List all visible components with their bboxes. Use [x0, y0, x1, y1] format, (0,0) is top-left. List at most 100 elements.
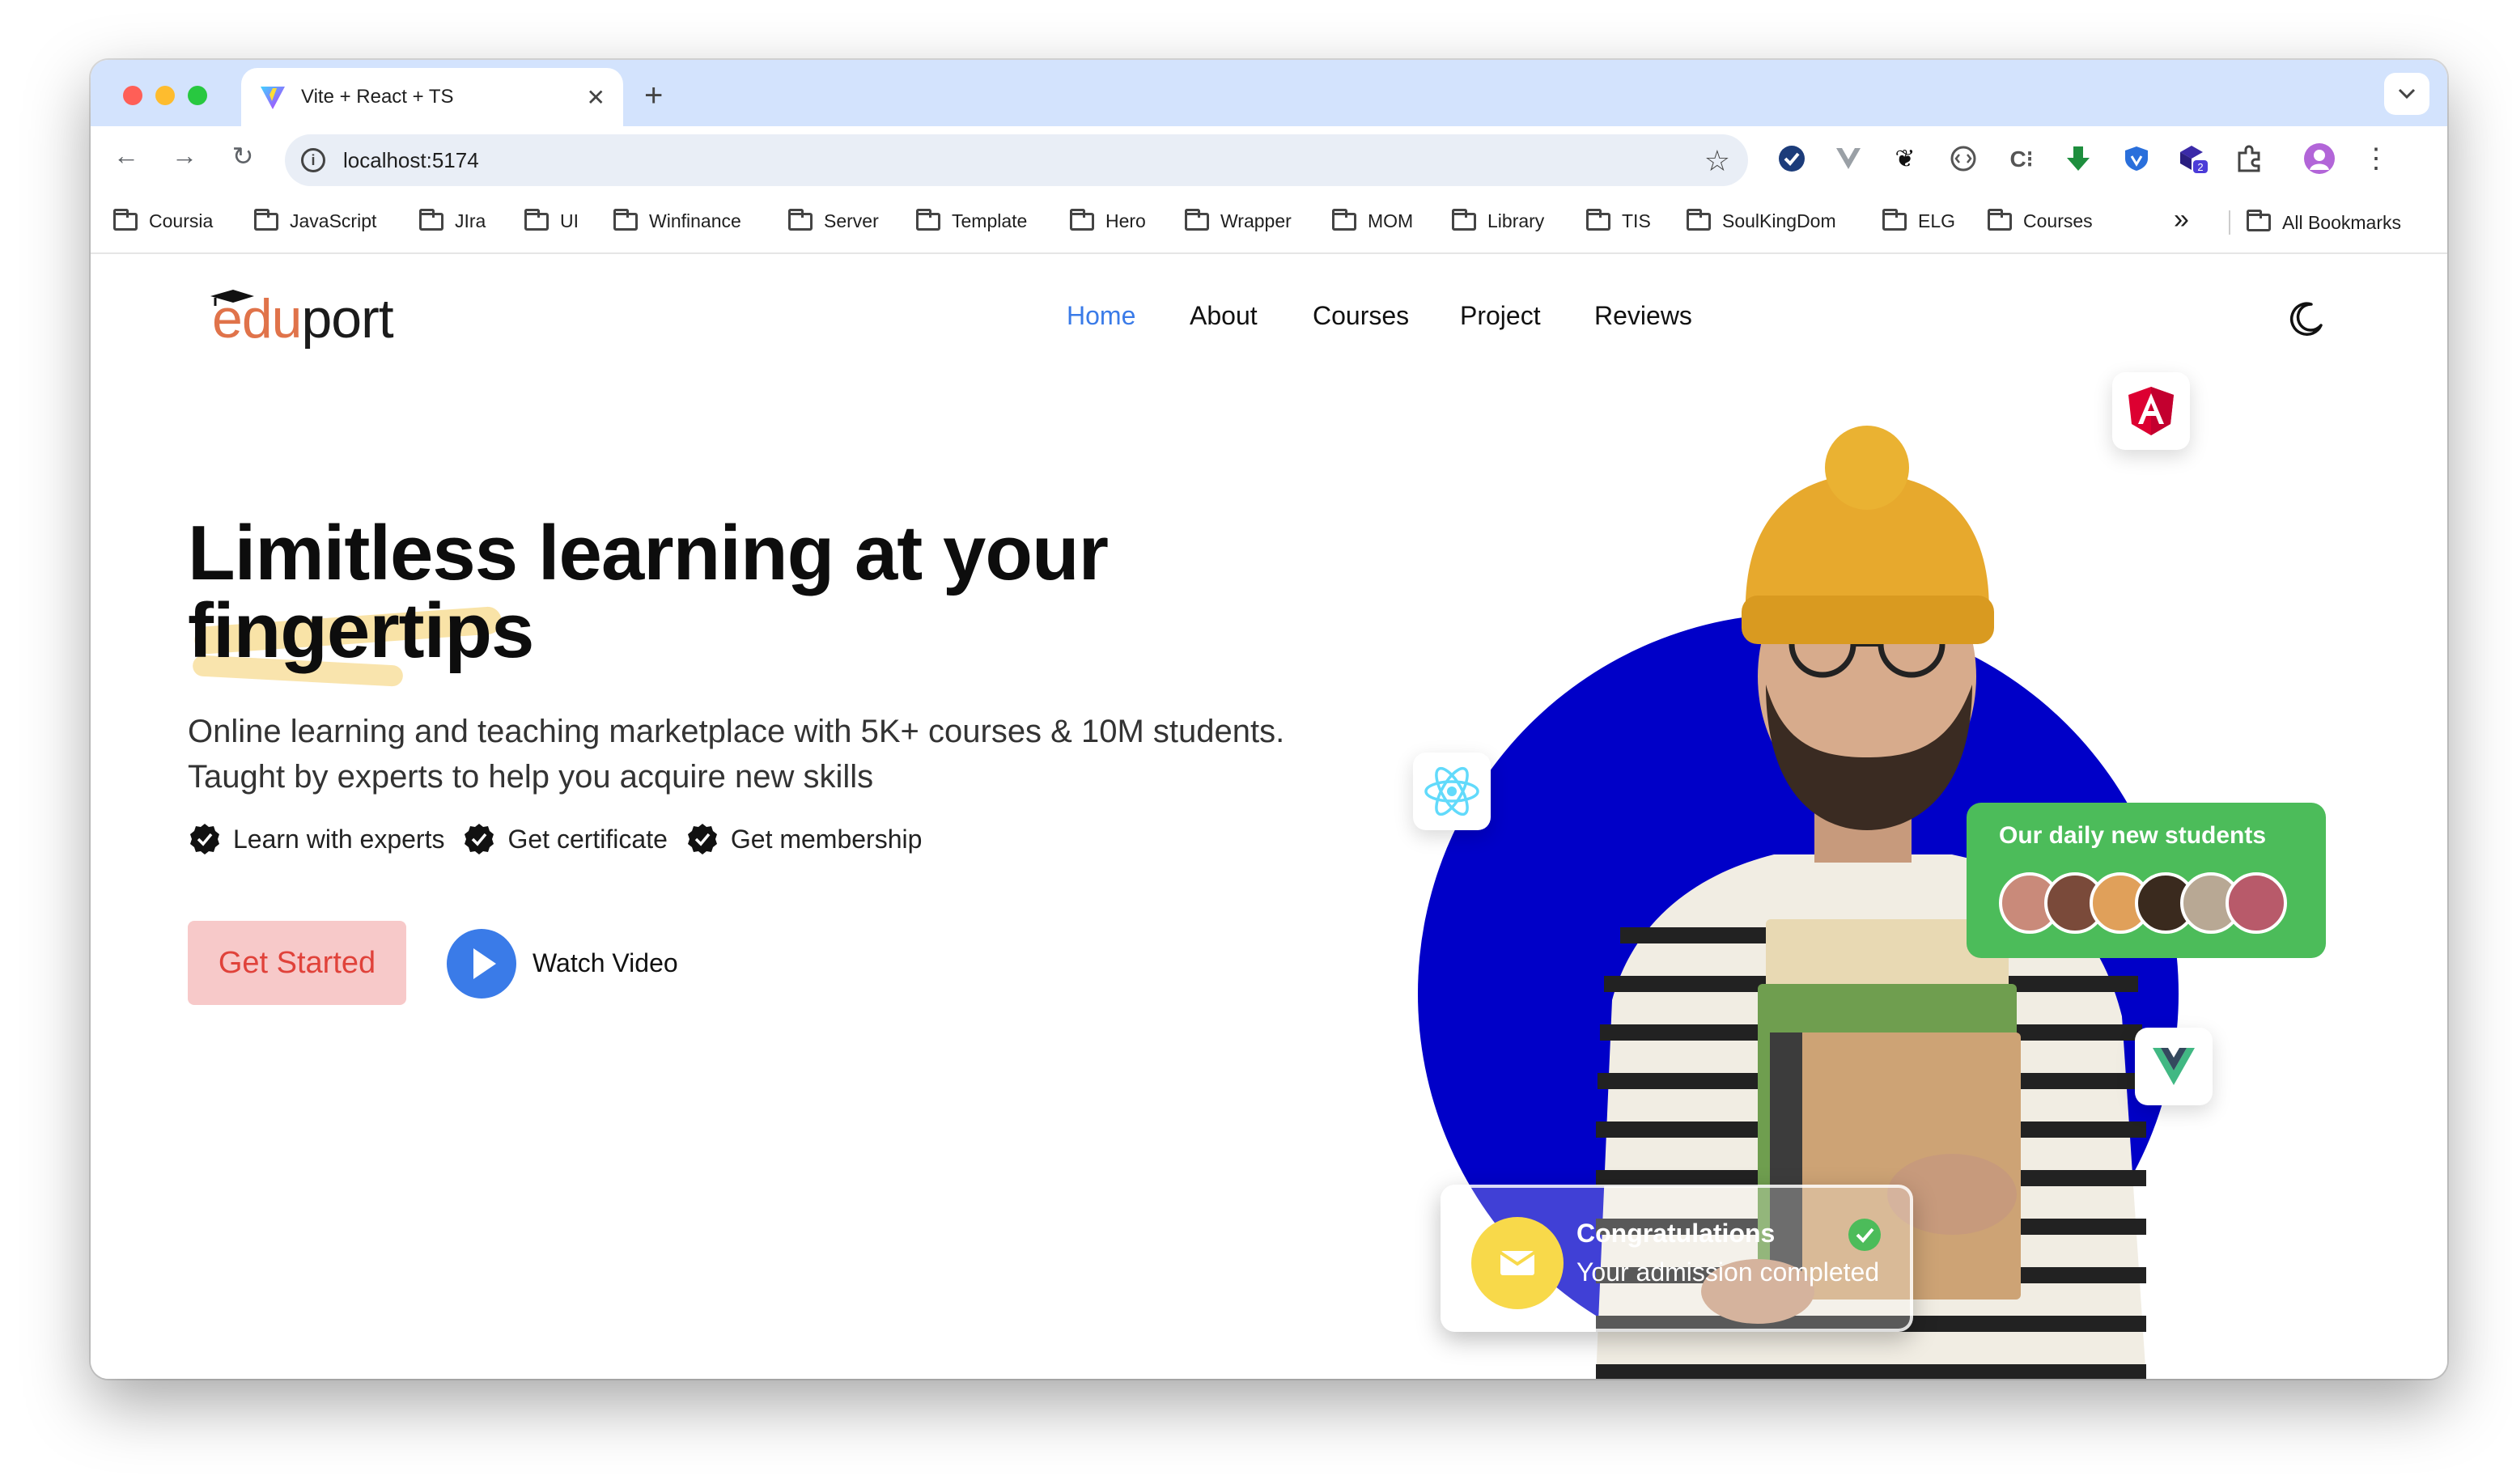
- extension-code-icon[interactable]: [1947, 142, 1979, 175]
- bookmark-folder[interactable]: Server: [788, 208, 879, 232]
- maximize-window-button[interactable]: [188, 86, 207, 105]
- folder-icon: [1882, 208, 1907, 231]
- react-badge: [1413, 753, 1491, 830]
- check-icon: [465, 824, 494, 854]
- nav-about[interactable]: About: [1190, 301, 1258, 331]
- congrats-title: Congratulations: [1576, 1219, 1776, 1248]
- folder-icon: [916, 208, 940, 231]
- bookmark-label: Wrapper: [1220, 210, 1292, 231]
- info-icon[interactable]: i: [301, 148, 325, 172]
- student-avatars: [1999, 872, 2293, 934]
- minimize-window-button[interactable]: [155, 86, 175, 105]
- folder-icon: [613, 208, 638, 231]
- folder-icon: [524, 208, 549, 231]
- folder-icon: [1988, 208, 2012, 231]
- bookmark-folder[interactable]: TIS: [1586, 208, 1651, 232]
- bookmark-folder[interactable]: Coursia: [113, 208, 214, 232]
- nav-courses[interactable]: Courses: [1313, 301, 1409, 331]
- back-icon[interactable]: ←: [108, 141, 144, 171]
- folder-icon: [113, 208, 138, 231]
- play-icon[interactable]: [447, 929, 516, 999]
- extension-vue-icon[interactable]: [1832, 142, 1865, 175]
- feature-item: Learn with experts: [188, 822, 444, 856]
- bookmark-folder[interactable]: ELG: [1882, 208, 1955, 232]
- folder-icon: [2247, 210, 2271, 231]
- feature-label: Learn with experts: [233, 824, 445, 854]
- bookmark-label: Hero: [1105, 210, 1146, 231]
- react-icon: [1424, 766, 1479, 816]
- daily-students-card: Our daily new students: [1967, 803, 2326, 958]
- hero-title: Limitless learning at your fingertips: [188, 510, 1109, 670]
- extension-shield-icon[interactable]: [2120, 142, 2153, 175]
- tab-close-icon[interactable]: ✕: [587, 84, 605, 111]
- tab-strip: Vite + React + TS ✕ +: [91, 60, 2447, 126]
- avatar: [2226, 872, 2287, 934]
- extensions-puzzle-icon[interactable]: [2234, 142, 2266, 175]
- bookmark-label: Template: [952, 210, 1028, 231]
- folder-icon: [419, 208, 443, 231]
- avatar[interactable]: [2303, 142, 2336, 175]
- tab-active[interactable]: Vite + React + TS ✕: [241, 68, 623, 126]
- check-icon: [190, 824, 219, 854]
- menu-icon[interactable]: ⋮: [2360, 142, 2392, 175]
- bookmark-label: Courses: [2023, 210, 2093, 231]
- extension-download-icon[interactable]: [2062, 142, 2094, 175]
- hero-subtitle: Online learning and teaching marketplace…: [188, 714, 1285, 795]
- forward-icon[interactable]: →: [167, 141, 202, 171]
- folder-icon: [1586, 208, 1610, 231]
- bookmark-label: Coursia: [149, 210, 214, 231]
- feature-label: Get membership: [730, 824, 923, 854]
- vite-favicon: [261, 87, 285, 109]
- bookmark-folder[interactable]: JavaScript: [254, 208, 377, 232]
- more-bookmarks-button[interactable]: »: [2174, 204, 2189, 235]
- bookmark-label: JavaScript: [290, 210, 377, 231]
- hero-title-line1: Limitless learning at your: [188, 510, 1109, 596]
- folder-icon: [1452, 208, 1476, 231]
- bookmark-folder[interactable]: SoulKingDom: [1687, 208, 1836, 232]
- folder-icon: [1687, 208, 1711, 231]
- get-started-button[interactable]: Get Started: [188, 921, 406, 1005]
- star-icon[interactable]: ☆: [1704, 144, 1730, 178]
- bookmark-label: All Bookmarks: [2282, 211, 2401, 233]
- extension-cube-icon[interactable]: 2: [2177, 142, 2209, 175]
- reload-icon[interactable]: ↻: [225, 141, 261, 172]
- bookmark-folder[interactable]: UI: [524, 208, 579, 232]
- nav-project[interactable]: Project: [1460, 301, 1541, 331]
- watch-video-link[interactable]: Watch Video: [533, 948, 678, 978]
- new-tab-button[interactable]: +: [644, 73, 663, 118]
- feature-list: Learn with experts Get certificate Get m…: [188, 822, 940, 856]
- url-text[interactable]: localhost:5174: [343, 148, 479, 173]
- bookmark-folder[interactable]: Library: [1452, 208, 1545, 232]
- site-logo[interactable]: eduport: [210, 286, 394, 351]
- bookmark-label: UI: [560, 210, 579, 231]
- bookmark-label: TIS: [1622, 210, 1651, 231]
- bookmark-folder[interactable]: MOM: [1332, 208, 1413, 232]
- close-window-button[interactable]: [123, 86, 142, 105]
- congratulations-card: Congratulations Your admission completed: [1441, 1185, 1913, 1332]
- bookmark-folder[interactable]: Courses: [1988, 208, 2093, 232]
- folder-icon: [1332, 208, 1356, 231]
- extension-css-icon[interactable]: C⁝: [2005, 142, 2038, 175]
- bookmarks-bar: Coursia JavaScript JIra UI Winfinance Se…: [91, 191, 2447, 254]
- chevron-down-icon: [2398, 88, 2416, 100]
- logo-port: port: [301, 288, 393, 350]
- extension-claw-icon[interactable]: ❦: [1889, 142, 1921, 175]
- folder-icon: [1070, 208, 1094, 231]
- bookmark-label: Library: [1487, 210, 1545, 231]
- bookmark-folder[interactable]: Hero: [1070, 208, 1146, 232]
- vue-icon: [2153, 1048, 2195, 1085]
- bookmark-folder[interactable]: Wrapper: [1185, 208, 1292, 232]
- bookmark-folder[interactable]: JIra: [419, 208, 486, 232]
- tab-search-button[interactable]: [2384, 73, 2429, 115]
- bookmark-folder[interactable]: Template: [916, 208, 1028, 232]
- address-bar[interactable]: i localhost:5174 ☆: [285, 134, 1748, 186]
- extension-check-icon[interactable]: [1776, 142, 1808, 175]
- bookmark-label: JIra: [455, 210, 486, 231]
- all-bookmarks-folder[interactable]: All Bookmarks: [2229, 210, 2401, 235]
- nav-home[interactable]: Home: [1067, 301, 1135, 331]
- moon-icon[interactable]: [2287, 299, 2326, 338]
- vue-badge: [2135, 1028, 2213, 1105]
- nav-reviews[interactable]: Reviews: [1594, 301, 1692, 331]
- bookmark-folder[interactable]: Winfinance: [613, 208, 741, 232]
- check-icon: [1848, 1219, 1881, 1251]
